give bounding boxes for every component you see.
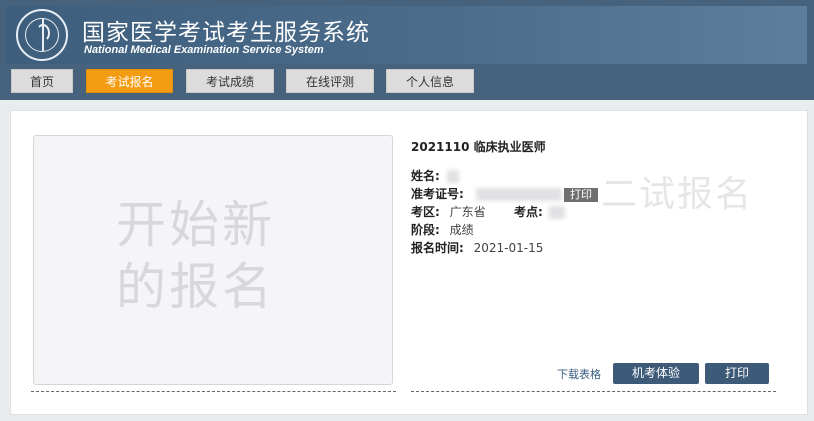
row-region: 考区: 广东省: [411, 205, 486, 219]
nav-exam-registration[interactable]: 考试报名: [86, 69, 173, 93]
row-registration-time: 报名时间: 2021-01-15: [411, 241, 544, 255]
site-redacted: [548, 206, 565, 219]
machine-exam-button[interactable]: 机考体验: [613, 363, 699, 384]
watermark-text: 二试报名: [601, 174, 754, 215]
new-registration-label: 开始新 的报名: [116, 196, 275, 316]
medical-caduceus-icon: [16, 9, 68, 61]
new-registration-card[interactable]: 开始新 的报名: [33, 135, 393, 385]
download-form-link[interactable]: 下载表格: [557, 366, 601, 382]
site-title-en: National Medical Examination Service Sys…: [84, 44, 324, 56]
divider-left: [31, 391, 396, 392]
row-admission-number: 准考证号:: [411, 186, 562, 202]
registration-panel: 开始新 的报名 二试报名 2021110 临床执业医师 姓名: 准考证号: 打印…: [10, 110, 808, 415]
print-button[interactable]: 打印: [705, 363, 769, 384]
nav-online-assessment[interactable]: 在线评测: [286, 69, 374, 93]
main-nav: 首页 考试报名 考试成绩 在线评测 个人信息: [0, 64, 814, 100]
site-title-cn: 国家医学考试考生服务系统: [82, 20, 370, 46]
divider-right: [411, 391, 776, 392]
admission-number-redacted: [475, 188, 562, 201]
row-stage: 阶段: 成绩: [411, 223, 474, 237]
banner: 国家医学考试考生服务系统 National Medical Examinatio…: [6, 6, 807, 64]
nav-home[interactable]: 首页: [11, 69, 73, 93]
row-site: 考点:: [514, 204, 565, 220]
admission-print-tag[interactable]: 打印: [564, 188, 598, 202]
name-redacted: [446, 170, 459, 183]
nav-personal-info[interactable]: 个人信息: [386, 69, 474, 93]
header-bar: 国家医学考试考生服务系统 National Medical Examinatio…: [0, 0, 814, 100]
exam-title: 2021110 临床执业医师: [411, 140, 546, 154]
nav-exam-scores[interactable]: 考试成绩: [186, 69, 274, 93]
row-name: 姓名:: [411, 168, 459, 184]
